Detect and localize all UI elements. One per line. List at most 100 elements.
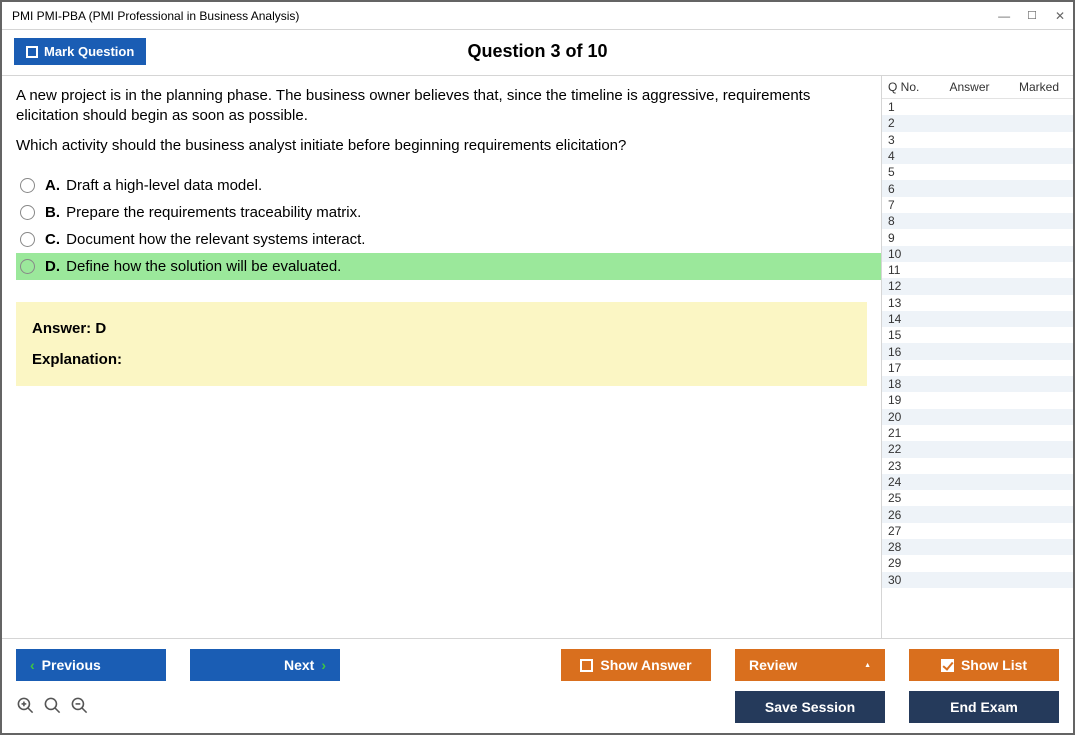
side-qno: 25: [888, 491, 928, 505]
side-qno: 24: [888, 475, 928, 489]
checkbox-icon: [580, 659, 593, 672]
col-answer: Answer: [928, 80, 1011, 94]
side-row[interactable]: 22: [882, 441, 1073, 457]
zoom-in-icon[interactable]: [16, 696, 35, 718]
side-row[interactable]: 26: [882, 506, 1073, 522]
zoom-out-icon[interactable]: [70, 696, 89, 718]
zoom-controls: [16, 696, 89, 718]
minimize-button[interactable]: —: [998, 9, 1009, 23]
window-controls: — ☐ ✕: [998, 9, 1065, 23]
side-qno: 18: [888, 377, 928, 391]
option-row-C[interactable]: C. Document how the relevant systems int…: [16, 226, 881, 253]
side-row[interactable]: 16: [882, 343, 1073, 359]
side-qno: 23: [888, 459, 928, 473]
option-text: A. Draft a high-level data model.: [45, 177, 262, 194]
question-list-panel: Q No. Answer Marked 12345678910111213141…: [881, 76, 1073, 638]
end-exam-label: End Exam: [950, 699, 1018, 715]
options-list: A. Draft a high-level data model. B. Prep…: [16, 172, 881, 280]
close-button[interactable]: ✕: [1055, 9, 1065, 23]
radio-icon: [20, 205, 35, 220]
side-qno: 11: [888, 263, 928, 277]
side-row[interactable]: 24: [882, 474, 1073, 490]
previous-label: Previous: [42, 657, 101, 673]
side-qno: 16: [888, 345, 928, 359]
side-row[interactable]: 13: [882, 295, 1073, 311]
option-text: C. Document how the relevant systems int…: [45, 231, 365, 248]
side-row[interactable]: 2: [882, 115, 1073, 131]
side-row[interactable]: 18: [882, 376, 1073, 392]
side-qno: 17: [888, 361, 928, 375]
show-answer-button[interactable]: Show Answer: [561, 649, 711, 681]
question-panel: A new project is in the planning phase. …: [2, 76, 881, 638]
question-counter: Question 3 of 10: [2, 41, 1073, 62]
side-row[interactable]: 14: [882, 311, 1073, 327]
show-list-button[interactable]: Show List: [909, 649, 1059, 681]
side-qno: 9: [888, 231, 928, 245]
side-qno: 4: [888, 149, 928, 163]
side-list[interactable]: 1234567891011121314151617181920212223242…: [882, 99, 1073, 638]
side-qno: 5: [888, 165, 928, 179]
side-row[interactable]: 25: [882, 490, 1073, 506]
app-window: PMI PMI-PBA (PMI Professional in Busines…: [0, 0, 1075, 735]
side-row[interactable]: 15: [882, 327, 1073, 343]
side-row[interactable]: 7: [882, 197, 1073, 213]
mark-question-label: Mark Question: [44, 44, 134, 59]
side-qno: 12: [888, 279, 928, 293]
side-row[interactable]: 30: [882, 572, 1073, 588]
side-qno: 1: [888, 100, 928, 114]
side-qno: 8: [888, 214, 928, 228]
side-row[interactable]: 29: [882, 555, 1073, 571]
window-title: PMI PMI-PBA (PMI Professional in Busines…: [12, 9, 299, 23]
side-row[interactable]: 19: [882, 392, 1073, 408]
side-qno: 28: [888, 540, 928, 554]
side-row[interactable]: 3: [882, 132, 1073, 148]
zoom-reset-icon[interactable]: [43, 696, 62, 718]
side-header: Q No. Answer Marked: [882, 76, 1073, 99]
checkbox-icon: [26, 46, 38, 58]
side-row[interactable]: 12: [882, 278, 1073, 294]
side-qno: 22: [888, 442, 928, 456]
side-qno: 15: [888, 328, 928, 342]
answer-box: Answer: D Explanation:: [16, 302, 867, 386]
next-button[interactable]: Next ›: [190, 649, 340, 681]
radio-icon: [20, 178, 35, 193]
side-row[interactable]: 9: [882, 229, 1073, 245]
option-row-B[interactable]: B. Prepare the requirements traceability…: [16, 199, 881, 226]
footer-row-1: ‹ Previous Next › Show Answer Review ▲ S…: [16, 649, 1059, 681]
end-exam-button[interactable]: End Exam: [909, 691, 1059, 723]
side-qno: 2: [888, 116, 928, 130]
side-row[interactable]: 20: [882, 409, 1073, 425]
side-row[interactable]: 6: [882, 180, 1073, 196]
side-qno: 10: [888, 247, 928, 261]
side-row[interactable]: 5: [882, 164, 1073, 180]
side-qno: 13: [888, 296, 928, 310]
mark-question-button[interactable]: Mark Question: [14, 38, 146, 65]
side-row[interactable]: 1: [882, 99, 1073, 115]
next-label: Next: [284, 657, 314, 673]
main-area: A new project is in the planning phase. …: [2, 75, 1073, 638]
side-row[interactable]: 17: [882, 360, 1073, 376]
review-label: Review: [749, 657, 797, 673]
side-row[interactable]: 27: [882, 523, 1073, 539]
side-qno: 26: [888, 508, 928, 522]
side-qno: 30: [888, 573, 928, 587]
side-row[interactable]: 11: [882, 262, 1073, 278]
footer-row-2: Save Session End Exam: [16, 691, 1059, 723]
side-row[interactable]: 10: [882, 246, 1073, 262]
side-row[interactable]: 23: [882, 458, 1073, 474]
option-text: D. Define how the solution will be evalu…: [45, 258, 341, 275]
previous-button[interactable]: ‹ Previous: [16, 649, 166, 681]
side-row[interactable]: 8: [882, 213, 1073, 229]
save-session-button[interactable]: Save Session: [735, 691, 885, 723]
checkbox-checked-icon: [941, 659, 954, 672]
radio-icon: [20, 259, 35, 274]
option-row-D[interactable]: D. Define how the solution will be evalu…: [16, 253, 881, 280]
side-qno: 3: [888, 133, 928, 147]
side-row[interactable]: 4: [882, 148, 1073, 164]
side-row[interactable]: 21: [882, 425, 1073, 441]
review-button[interactable]: Review ▲: [735, 649, 885, 681]
option-row-A[interactable]: A. Draft a high-level data model.: [16, 172, 881, 199]
side-row[interactable]: 28: [882, 539, 1073, 555]
maximize-button[interactable]: ☐: [1027, 9, 1037, 23]
show-list-label: Show List: [961, 657, 1027, 673]
